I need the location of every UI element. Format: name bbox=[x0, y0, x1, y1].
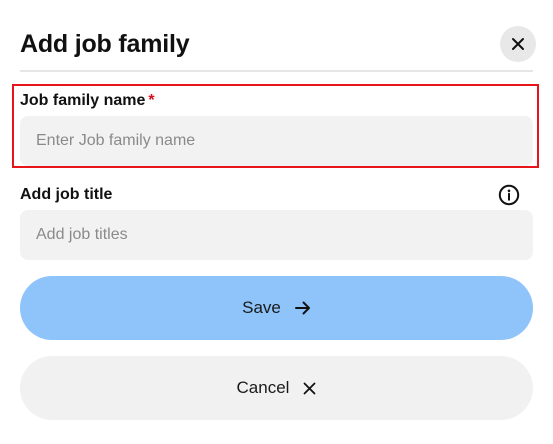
job-family-name-label: Job family name * bbox=[20, 91, 155, 111]
job-family-name-input[interactable] bbox=[20, 116, 533, 166]
required-marker: * bbox=[148, 92, 155, 109]
dialog-header: Add job family bbox=[20, 24, 536, 64]
close-icon bbox=[303, 382, 316, 395]
job-title-input[interactable] bbox=[20, 210, 533, 260]
cancel-button-label: Cancel bbox=[236, 378, 290, 397]
add-job-family-dialog: Add job family Job family name* Add job … bbox=[0, 0, 553, 444]
cancel-button[interactable]: Cancel bbox=[20, 356, 533, 420]
job-family-name-label-text: Job family name bbox=[20, 92, 146, 109]
add-job-title-label: Add job title bbox=[20, 186, 113, 203]
save-button[interactable]: Save bbox=[20, 276, 533, 340]
dialog-title: Add job family bbox=[20, 30, 190, 58]
close-icon bbox=[512, 38, 524, 50]
arrow-right-icon bbox=[294, 301, 311, 315]
save-button-label: Save bbox=[242, 298, 281, 317]
info-icon[interactable] bbox=[498, 184, 520, 206]
close-button[interactable] bbox=[500, 26, 536, 62]
header-divider bbox=[20, 70, 533, 72]
